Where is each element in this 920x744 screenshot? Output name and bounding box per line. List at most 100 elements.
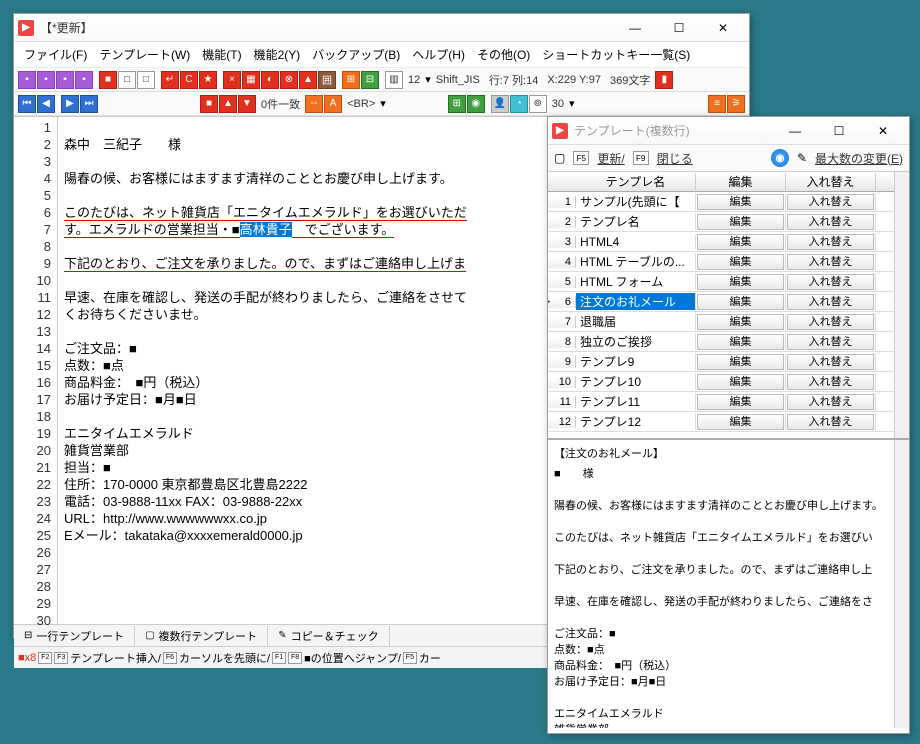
tab-copy-check[interactable]: ✎コピー＆チェック — [268, 626, 389, 646]
close-button[interactable]: ✕ — [701, 16, 745, 40]
sub-titlebar[interactable]: ▶ テンプレート(複数行) — ☐ ✕ — [548, 117, 909, 145]
tb-btn[interactable]: ★ — [199, 71, 217, 89]
table-row[interactable]: 4HTML テーブルの...編集入れ替え — [548, 252, 909, 272]
tab-single-line[interactable]: ⊟一行テンプレート — [14, 626, 135, 646]
tb-btn[interactable]: ▦ — [242, 71, 260, 89]
rss-icon[interactable]: ⚞ — [727, 95, 745, 113]
menu-func[interactable]: 機能(T) — [196, 44, 247, 65]
menu-other[interactable]: その他(O) — [471, 44, 536, 65]
template-name[interactable]: HTML フォーム — [576, 273, 696, 290]
tb-btn[interactable]: □ — [137, 71, 155, 89]
edit-button[interactable]: 編集 — [697, 234, 784, 250]
tb-btn[interactable]: ▪ — [37, 71, 55, 89]
tb-btn[interactable]: ≡ — [708, 95, 726, 113]
tb-btn[interactable]: ⊚ — [529, 95, 547, 113]
edit-button[interactable]: 編集 — [697, 274, 784, 290]
table-row[interactable]: 1サンプル(先頭に【編集入れ替え — [548, 192, 909, 212]
table-row[interactable]: 11テンプレ11編集入れ替え — [548, 392, 909, 412]
tb-btn[interactable]: ▼ — [238, 95, 256, 113]
template-name[interactable]: HTML4 — [576, 235, 696, 249]
max-change-link[interactable]: 最大数の変更(E) — [815, 150, 903, 167]
tb-nav-next[interactable]: ▶ — [61, 95, 79, 113]
col-name[interactable]: テンプレ名 — [576, 173, 696, 190]
menu-func2[interactable]: 機能2(Y) — [248, 44, 307, 65]
minimize-button[interactable]: — — [613, 16, 657, 40]
tb-btn[interactable]: ◐ — [261, 71, 279, 89]
tb-btn[interactable]: ▲ — [299, 71, 317, 89]
table-row[interactable]: 5HTML フォーム編集入れ替え — [548, 272, 909, 292]
swap-button[interactable]: 入れ替え — [787, 194, 874, 210]
tb-btn[interactable]: ▪ — [75, 71, 93, 89]
tb-btn[interactable]: 👤 — [491, 95, 509, 113]
template-name[interactable]: テンプレ12 — [576, 413, 696, 430]
maximize-button[interactable]: ☐ — [817, 119, 861, 143]
tb-btn[interactable]: ■ — [200, 95, 218, 113]
tb-btn[interactable]: ▥ — [385, 71, 403, 89]
template-name[interactable]: サンプル(先頭に【 — [576, 193, 696, 210]
template-name[interactable]: テンプレ11 — [576, 393, 696, 410]
scrollbar[interactable] — [894, 172, 909, 438]
swap-button[interactable]: 入れ替え — [787, 214, 874, 230]
swap-button[interactable]: 入れ替え — [787, 294, 874, 310]
tb-btn[interactable]: × — [223, 71, 241, 89]
table-row[interactable]: 9テンプレ9編集入れ替え — [548, 352, 909, 372]
tb-btn[interactable]: ◦◦ — [305, 95, 323, 113]
tb-btn[interactable]: ⊟ — [361, 71, 379, 89]
swap-button[interactable]: 入れ替え — [787, 274, 874, 290]
swap-button[interactable]: 入れ替え — [787, 254, 874, 270]
swap-button[interactable]: 入れ替え — [787, 354, 874, 370]
table-row[interactable]: 7退職届編集入れ替え — [548, 312, 909, 332]
edit-button[interactable]: 編集 — [697, 414, 784, 430]
table-row[interactable]: 8独立のご挨拶編集入れ替え — [548, 332, 909, 352]
footer-label[interactable]: ■の位置へジャンプ/ — [304, 650, 401, 666]
table-row[interactable]: 3HTML4編集入れ替え — [548, 232, 909, 252]
swap-button[interactable]: 入れ替え — [787, 414, 874, 430]
edit-button[interactable]: 編集 — [697, 334, 784, 350]
tb-btn[interactable]: ◉ — [467, 95, 485, 113]
tb-btn[interactable]: ▲ — [219, 95, 237, 113]
tb-btn[interactable]: A — [324, 95, 342, 113]
swap-button[interactable]: 入れ替え — [787, 374, 874, 390]
tb-btn[interactable]: ↵ — [161, 71, 179, 89]
tb-btn[interactable]: ⊗ — [280, 71, 298, 89]
titlebar[interactable]: ▶ 【*更新】 — ☐ ✕ — [14, 14, 749, 42]
footer-label[interactable]: カーソルを先頭に/ — [179, 650, 270, 666]
footer-label[interactable]: テンプレート挿入/ — [70, 650, 161, 666]
refresh-link[interactable]: 更新/ — [597, 150, 624, 167]
menu-file[interactable]: ファイル(F) — [18, 44, 93, 65]
tb-btn[interactable]: ▪ — [56, 71, 74, 89]
tb-btn[interactable]: ◔ — [510, 95, 528, 113]
settings-icon[interactable]: ◉ — [771, 149, 789, 167]
tb-btn[interactable]: ■ — [99, 71, 117, 89]
swap-button[interactable]: 入れ替え — [787, 394, 874, 410]
template-name[interactable]: テンプレ9 — [576, 353, 696, 370]
edit-button[interactable]: 編集 — [697, 194, 784, 210]
edit-button[interactable]: 編集 — [697, 314, 784, 330]
dropdown-icon[interactable]: ▾ — [569, 97, 575, 110]
maximize-button[interactable]: ☐ — [657, 16, 701, 40]
dropdown-icon[interactable]: ▾ — [380, 97, 386, 110]
col-edit[interactable]: 編集 — [696, 173, 786, 190]
table-row[interactable]: ▸6注文のお礼メール編集入れ替え — [548, 292, 909, 312]
tb-nav-last[interactable]: ⏭ — [80, 95, 98, 113]
swap-button[interactable]: 入れ替え — [787, 314, 874, 330]
table-row[interactable]: 10テンプレ10編集入れ替え — [548, 372, 909, 392]
tb-btn[interactable]: ⊞ — [448, 95, 466, 113]
tb-btn[interactable]: ▪ — [18, 71, 36, 89]
minimize-button[interactable]: — — [773, 119, 817, 143]
tb-btn[interactable]: □ — [118, 71, 136, 89]
scrollbar[interactable] — [894, 440, 909, 728]
table-row[interactable]: 2テンプレ名編集入れ替え — [548, 212, 909, 232]
tab-multi-line[interactable]: ▢複数行テンプレート — [135, 626, 268, 646]
template-name[interactable]: 注文のお礼メール — [576, 293, 696, 310]
tb-nav-prev[interactable]: ◀ — [37, 95, 55, 113]
edit-button[interactable]: 編集 — [697, 214, 784, 230]
close-button[interactable]: ✕ — [861, 119, 905, 143]
template-name[interactable]: テンプレ10 — [576, 373, 696, 390]
menu-template[interactable]: テンプレート(W) — [93, 44, 196, 65]
dropdown-icon[interactable]: ▾ — [425, 73, 431, 86]
edit-button[interactable]: 編集 — [697, 254, 784, 270]
template-name[interactable]: テンプレ名 — [576, 213, 696, 230]
col-swap[interactable]: 入れ替え — [786, 173, 876, 190]
table-row[interactable]: 12テンプレ12編集入れ替え — [548, 412, 909, 432]
